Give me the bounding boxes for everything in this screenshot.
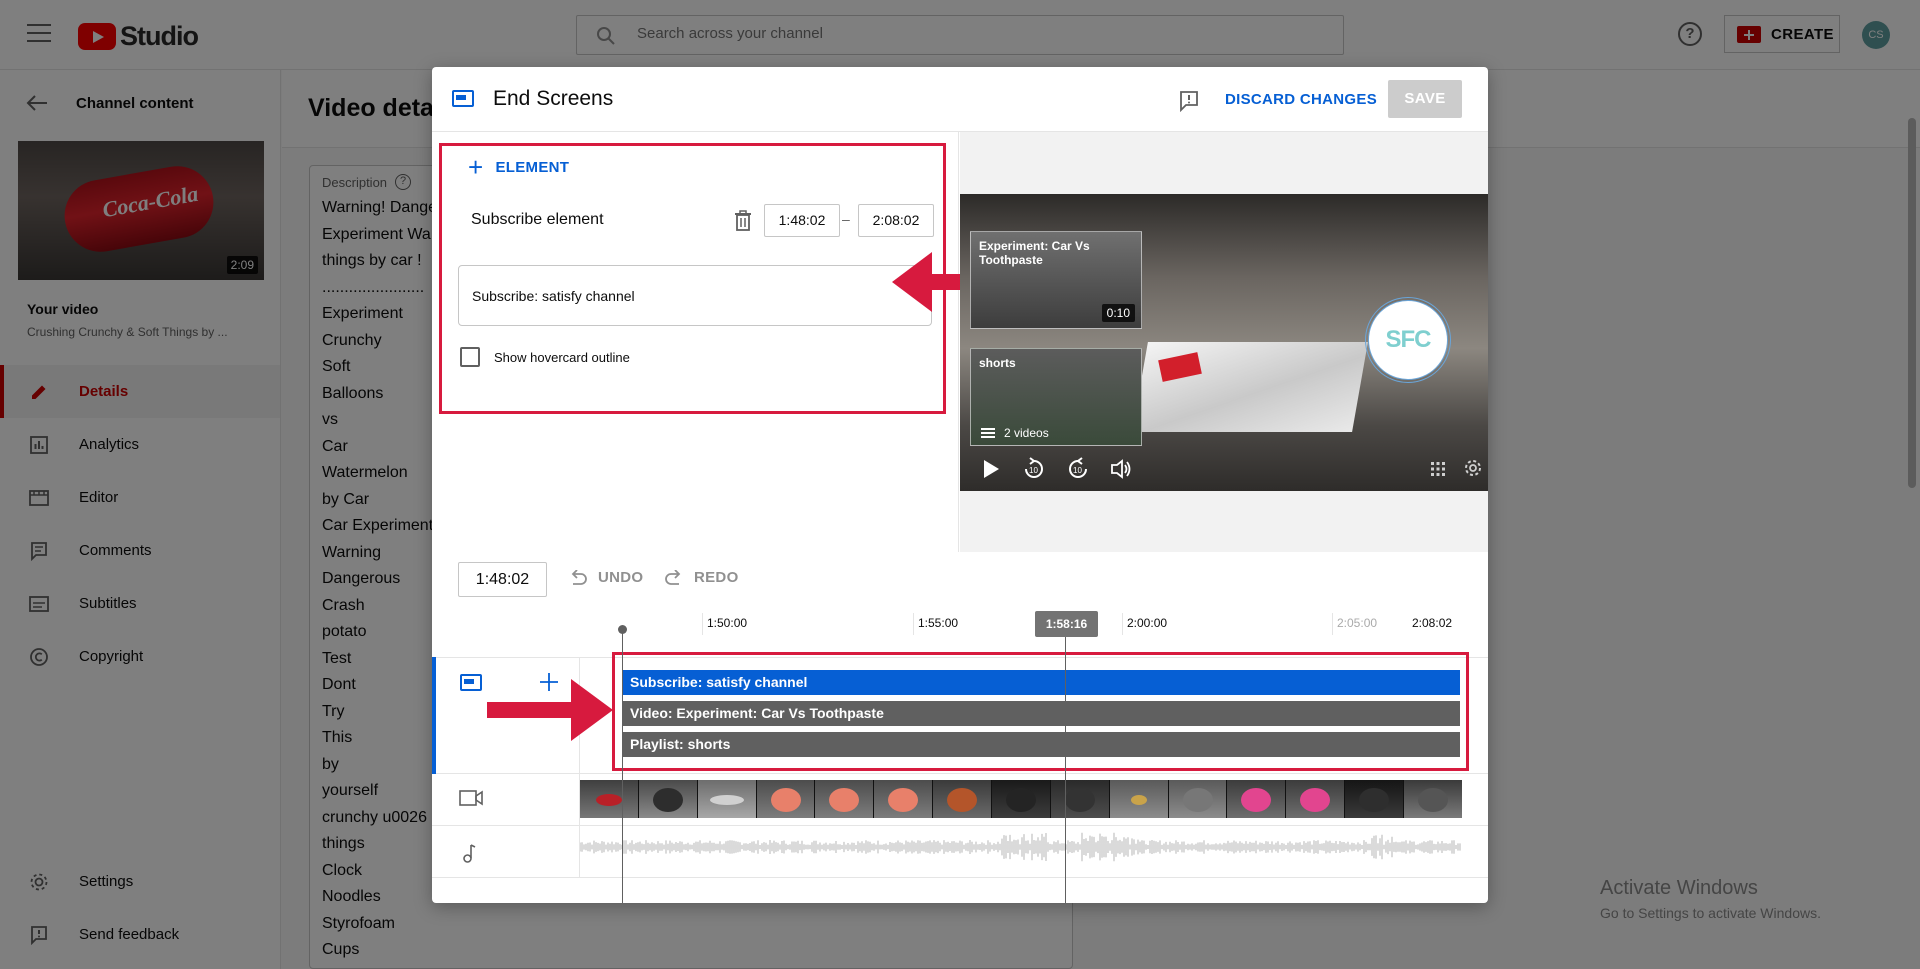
dialog-title: End Screens bbox=[493, 87, 614, 110]
hovercard-outline-row[interactable]: Show hovercard outline bbox=[460, 347, 630, 367]
redo-label: REDO bbox=[694, 569, 739, 586]
filmstrip-frame bbox=[1168, 780, 1228, 818]
filmstrip-frame bbox=[1227, 780, 1287, 818]
filmstrip-frame bbox=[992, 780, 1051, 818]
ruler-tick bbox=[1122, 613, 1123, 635]
redo-button[interactable]: REDO bbox=[664, 569, 739, 586]
subscribe-field[interactable]: Subscribe: satisfy channel bbox=[458, 265, 932, 326]
save-button[interactable]: SAVE bbox=[1388, 80, 1462, 118]
undo-label: UNDO bbox=[598, 569, 644, 586]
track-divider bbox=[432, 877, 1488, 878]
track-divider bbox=[432, 773, 1488, 774]
track-divider bbox=[432, 825, 1488, 826]
volume-icon[interactable] bbox=[1110, 458, 1134, 480]
add-element-button[interactable]: + ELEMENT bbox=[468, 152, 570, 182]
end-screen-icon bbox=[452, 90, 474, 107]
rewind-10-icon[interactable]: 10 bbox=[1022, 457, 1046, 481]
video-filmstrip[interactable] bbox=[580, 780, 1462, 818]
filmstrip-frame bbox=[874, 780, 934, 818]
add-element-label: ELEMENT bbox=[495, 158, 570, 176]
ruler-tick bbox=[913, 613, 914, 635]
ruler-label: 2:05:00 bbox=[1337, 616, 1378, 630]
waveform-path bbox=[580, 832, 1461, 862]
feedback-icon[interactable] bbox=[1179, 90, 1199, 112]
ruler-label: 1:55:00 bbox=[918, 616, 959, 630]
filmstrip-frame bbox=[1286, 780, 1346, 818]
redo-icon bbox=[665, 569, 681, 585]
playlist-card-title: shorts bbox=[979, 356, 1016, 370]
subscribe-field-text: Subscribe: satisfy channel bbox=[472, 288, 635, 304]
endscreen-video-card[interactable]: Experiment: Car Vs Toothpaste 0:10 bbox=[970, 231, 1142, 329]
end-screen-start-handle[interactable] bbox=[618, 625, 627, 634]
end-time-field[interactable]: 2:08:02 bbox=[858, 204, 934, 237]
filmstrip-frame bbox=[756, 780, 816, 818]
ruler-end-label: 2:08:02 bbox=[1412, 616, 1453, 630]
endscreen-subscribe-element[interactable]: SFC bbox=[1365, 297, 1451, 383]
undo-button[interactable]: UNDO bbox=[568, 569, 643, 586]
filmstrip-frame bbox=[815, 780, 875, 818]
endscreen-playlist-card[interactable]: shorts 2 videos bbox=[970, 348, 1142, 446]
grid-icon[interactable] bbox=[1430, 461, 1446, 477]
svg-text:10: 10 bbox=[1029, 466, 1038, 475]
filmstrip-frame bbox=[933, 780, 993, 818]
selected-track-indicator bbox=[432, 657, 436, 774]
hovercard-outline-checkbox[interactable] bbox=[460, 347, 480, 367]
undo-icon bbox=[571, 569, 587, 585]
end-screens-dialog: End Screens DISCARD CHANGES SAVE + ELEME… bbox=[432, 67, 1488, 903]
play-icon[interactable] bbox=[982, 459, 1000, 479]
preview-chip-bag bbox=[1132, 342, 1368, 432]
video-track-icon bbox=[459, 790, 483, 806]
annotation-arrow-right bbox=[487, 679, 613, 741]
end-screen-track-icon bbox=[460, 674, 482, 691]
filmstrip-frame bbox=[1050, 780, 1110, 818]
music-note-icon bbox=[463, 844, 476, 863]
ruler-label: 1:50:00 bbox=[707, 616, 748, 630]
discard-changes-button[interactable]: DISCARD CHANGES bbox=[1225, 91, 1377, 108]
player-controls: 10 10 bbox=[960, 449, 1488, 491]
video-preview[interactable]: Experiment: Car Vs Toothpaste 0:10 short… bbox=[960, 194, 1488, 491]
plus-icon: + bbox=[468, 152, 484, 182]
forward-10-icon[interactable]: 10 bbox=[1066, 457, 1090, 481]
filmstrip-frame bbox=[580, 780, 639, 818]
video-card-duration: 0:10 bbox=[1101, 304, 1135, 322]
filmstrip-frame bbox=[1345, 780, 1405, 818]
playhead-time[interactable]: 1:58:16 bbox=[1035, 611, 1098, 637]
dialog-header: End Screens DISCARD CHANGES SAVE bbox=[432, 67, 1488, 132]
time-range-dash: – bbox=[842, 211, 850, 227]
hovercard-outline-label: Show hovercard outline bbox=[494, 349, 630, 365]
trash-icon[interactable] bbox=[734, 210, 752, 231]
channel-logo-text: SFC bbox=[1385, 326, 1432, 353]
filmstrip-frame bbox=[697, 780, 757, 818]
annotation-box-timeline bbox=[612, 652, 1469, 771]
filmstrip-frame bbox=[1109, 780, 1169, 818]
filmstrip-frame bbox=[638, 780, 698, 818]
ruler-label: 2:00:00 bbox=[1127, 616, 1168, 630]
playhead-line[interactable] bbox=[1065, 637, 1066, 903]
current-time-field[interactable]: 1:48:02 bbox=[458, 562, 547, 597]
audio-waveform[interactable] bbox=[580, 827, 1462, 867]
end-screen-start-line bbox=[622, 629, 623, 903]
filmstrip-frame bbox=[1404, 780, 1462, 818]
element-name: Subscribe element bbox=[471, 211, 604, 228]
playlist-card-count: 2 videos bbox=[1004, 426, 1049, 440]
playlist-icon bbox=[981, 428, 995, 438]
svg-text:10: 10 bbox=[1073, 466, 1082, 475]
ruler-tick bbox=[702, 613, 703, 635]
ruler-tick bbox=[1332, 613, 1333, 635]
start-time-field[interactable]: 1:48:02 bbox=[764, 204, 840, 237]
gear-icon[interactable] bbox=[1463, 458, 1483, 478]
playlist-card-info: 2 videos bbox=[981, 426, 1049, 440]
video-card-title: Experiment: Car Vs Toothpaste bbox=[979, 239, 1090, 267]
